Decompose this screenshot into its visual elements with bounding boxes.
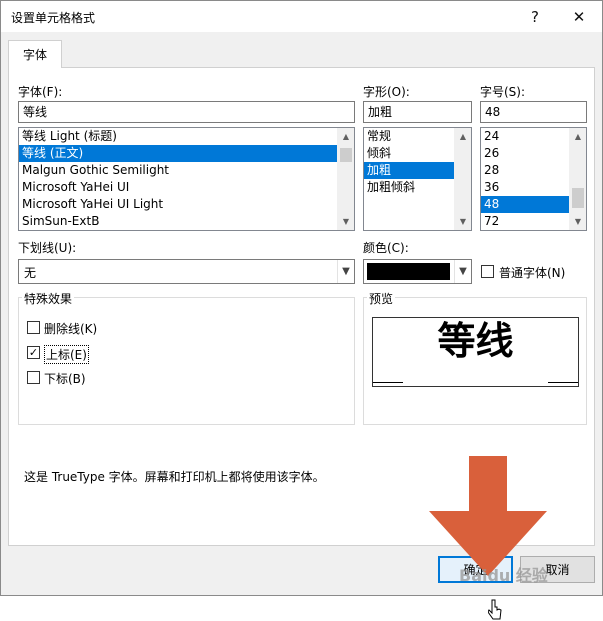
scroll-down-icon[interactable]: ▼ xyxy=(570,213,586,230)
dialog-content: 字体 字体(F): 等线 等线 Light (标题) 等线 (正文) Malgu… xyxy=(1,32,602,620)
font-list-scrollbar[interactable]: ▲ ▼ xyxy=(337,128,354,230)
size-list-scrollbar[interactable]: ▲ ▼ xyxy=(569,128,586,230)
scroll-thumb[interactable] xyxy=(340,148,352,162)
chevron-down-icon[interactable]: ▼ xyxy=(337,260,354,283)
effects-legend: 特殊效果 xyxy=(22,290,75,307)
subscript-label: 下标(B) xyxy=(44,372,86,386)
underline-select[interactable]: 无 ▼ xyxy=(18,259,355,284)
font-label: 字体(F): xyxy=(18,85,63,99)
size-list-item[interactable]: 24 xyxy=(481,128,569,145)
format-cells-dialog: 设置单元格格式 ? ✕ 字体 字体(F): 等线 等线 Light (标题) 等… xyxy=(0,0,603,620)
style-list[interactable]: 常规 倾斜 加粗 加粗倾斜 ▲ ▼ xyxy=(363,127,472,231)
strikethrough-checkbox[interactable] xyxy=(27,321,40,334)
color-label: 颜色(C): xyxy=(363,241,409,255)
strikethrough-label: 删除线(K) xyxy=(44,322,98,336)
size-list-item[interactable]: 36 xyxy=(481,179,569,196)
style-label: 字形(O): xyxy=(363,85,410,99)
size-list-item[interactable]: 26 xyxy=(481,145,569,162)
subscript-checkbox[interactable] xyxy=(27,371,40,384)
truetype-note: 这是 TrueType 字体。屏幕和打印机上都将使用该字体。 xyxy=(24,470,325,484)
down-arrow-icon xyxy=(429,456,547,576)
font-list-item[interactable]: SimSun-ExtB xyxy=(19,213,354,230)
title-bar: 设置单元格格式 ? ✕ xyxy=(1,1,602,32)
size-label: 字号(S): xyxy=(480,85,526,99)
preview-box: 等线 xyxy=(372,317,579,387)
scroll-down-icon[interactable]: ▼ xyxy=(455,213,471,230)
style-list-item[interactable]: 常规 xyxy=(364,128,454,145)
superscript-label: 上标(E) xyxy=(44,345,89,364)
checkmark-icon: ✓ xyxy=(28,346,39,359)
style-list-scrollbar[interactable]: ▲ ▼ xyxy=(454,128,471,230)
close-button[interactable]: ✕ xyxy=(557,2,601,31)
help-icon: ? xyxy=(531,7,539,26)
scroll-up-icon[interactable]: ▲ xyxy=(455,128,471,145)
font-list[interactable]: 等线 Light (标题) 等线 (正文) Malgun Gothic Semi… xyxy=(18,127,355,231)
size-list-item[interactable]: 72 xyxy=(481,213,569,230)
preview-baseline-left xyxy=(373,382,403,383)
scroll-up-icon[interactable]: ▲ xyxy=(338,128,354,145)
font-list-item[interactable]: Microsoft YaHei UI Light xyxy=(19,196,354,213)
watermark: Baidu 经验 xyxy=(459,566,548,585)
superscript-checkbox[interactable]: ✓ xyxy=(27,346,40,359)
style-list-item[interactable]: 加粗倾斜 xyxy=(364,179,454,196)
mouse-cursor-icon xyxy=(488,599,502,620)
color-swatch xyxy=(367,263,450,280)
underline-label: 下划线(U): xyxy=(18,241,77,255)
style-list-item[interactable]: 倾斜 xyxy=(364,145,454,162)
font-list-item-selected[interactable]: 等线 (正文) xyxy=(19,145,354,162)
normal-font-label: 普通字体(N) xyxy=(499,266,566,280)
style-list-item-selected[interactable]: 加粗 xyxy=(364,162,454,179)
scroll-thumb[interactable] xyxy=(572,188,584,208)
dialog-title: 设置单元格格式 xyxy=(11,11,96,25)
preview-legend: 预览 xyxy=(367,290,396,307)
close-icon: ✕ xyxy=(572,7,586,26)
preview-text: 等线 xyxy=(437,319,514,363)
cancel-button-label: 取消 xyxy=(545,563,570,577)
font-list-item[interactable]: Malgun Gothic Semilight xyxy=(19,162,354,179)
font-list-item[interactable]: 等线 Light (标题) xyxy=(19,128,354,145)
style-input[interactable]: 加粗 xyxy=(363,101,472,123)
font-list-item[interactable]: Microsoft YaHei UI xyxy=(19,179,354,196)
size-input[interactable]: 48 xyxy=(480,101,587,123)
size-list-item-selected[interactable]: 48 xyxy=(481,196,569,213)
font-input[interactable]: 等线 xyxy=(18,101,355,123)
tab-font[interactable]: 字体 xyxy=(8,40,62,68)
tab-font-label: 字体 xyxy=(22,48,47,62)
color-select[interactable]: ▼ xyxy=(363,259,472,284)
help-button[interactable]: ? xyxy=(513,2,557,31)
size-list-item[interactable]: 28 xyxy=(481,162,569,179)
normal-font-checkbox[interactable] xyxy=(481,265,494,278)
scroll-up-icon[interactable]: ▲ xyxy=(570,128,586,145)
preview-baseline-right xyxy=(548,382,578,383)
scroll-down-icon[interactable]: ▼ xyxy=(338,213,354,230)
chevron-down-icon[interactable]: ▼ xyxy=(454,260,471,283)
size-list[interactable]: 24 26 28 36 48 72 ▲ ▼ xyxy=(480,127,587,231)
underline-value: 无 xyxy=(24,266,37,280)
